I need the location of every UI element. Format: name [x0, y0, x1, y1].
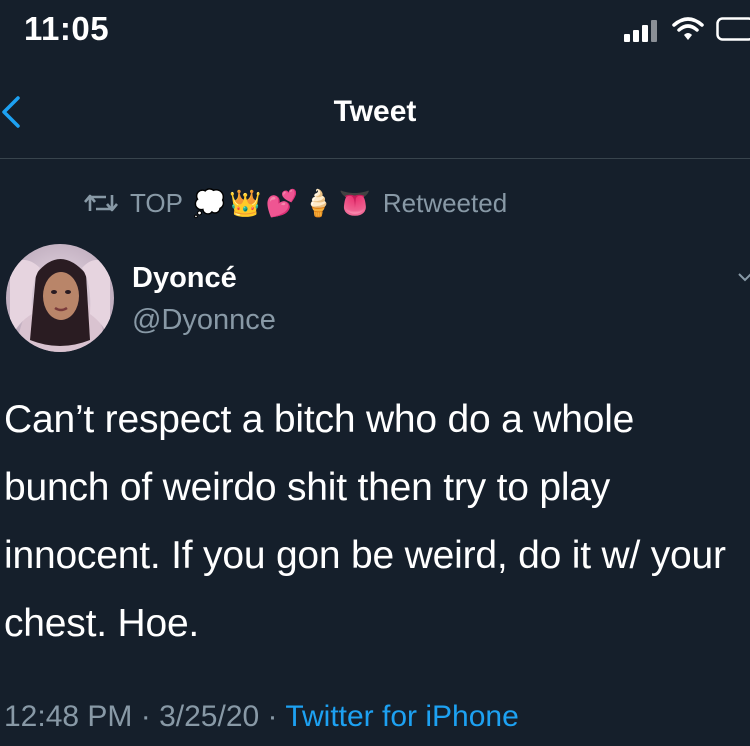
tweet-date: 3/25/20 [159, 700, 260, 733]
page-title: Tweet [333, 95, 417, 128]
meta-separator: · [259, 700, 286, 733]
retweeter-name: TOP [130, 187, 183, 218]
status-time: 11:05 [24, 10, 110, 47]
tongue-emoji: 👅 [338, 188, 371, 218]
user-display-name[interactable]: Dyoncé [132, 262, 237, 295]
two-hearts-emoji: 💕 [265, 188, 299, 218]
tweet-text: Can’t respect a bitch who do a whole bun… [4, 398, 726, 645]
tweet-time: 12:48 PM [4, 700, 133, 733]
avatar[interactable] [6, 244, 114, 352]
retweet-context[interactable]: TOP 💭 👑 💕 🍦 👅 Retweeted [84, 184, 507, 222]
wifi-icon [672, 17, 704, 40]
retweet-icon [84, 194, 118, 212]
user-handle[interactable]: @Dyonnce [132, 304, 276, 337]
chevron-down-icon[interactable] [738, 270, 750, 284]
tweet-source-link[interactable]: Twitter for iPhone [285, 700, 518, 733]
nav-bar: Tweet [0, 62, 750, 159]
status-bar: 11:05 [0, 0, 750, 62]
crown-emoji: 👑 [229, 188, 262, 218]
meta-separator: · [132, 700, 160, 733]
battery-icon [716, 17, 750, 41]
cellular-signal-icon [624, 20, 657, 42]
avatar-image [6, 244, 114, 352]
thought-balloon-emoji: 💭 [192, 188, 226, 218]
retweeted-label: Retweeted [382, 187, 508, 218]
ice-cream-emoji: 🍦 [302, 188, 335, 218]
tweet-meta: 12:48 PM · 3/25/20 · Twitter for iPhone [4, 700, 519, 734]
